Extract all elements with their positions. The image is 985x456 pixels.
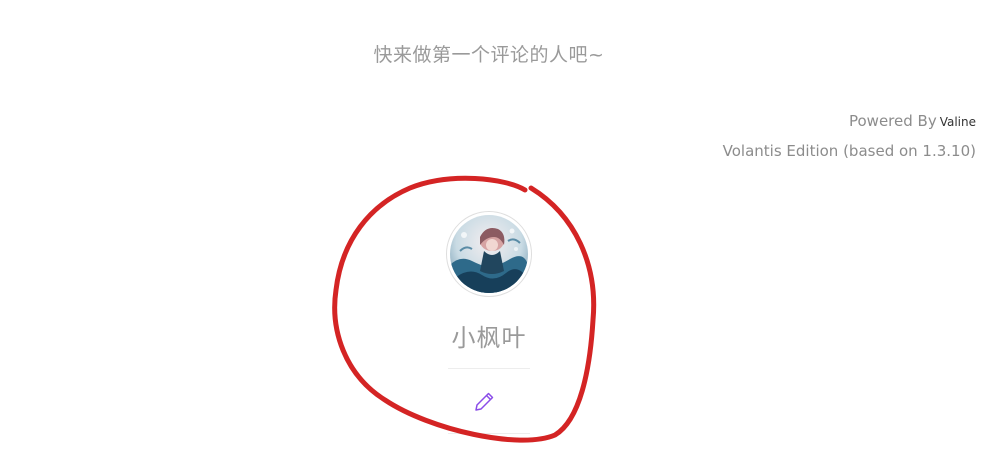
pencil-icon xyxy=(475,392,494,411)
anime-girl-avatar-icon xyxy=(450,215,528,293)
empty-comments-message: 快来做第一个评论的人吧~ xyxy=(373,44,605,66)
author-avatar[interactable] xyxy=(446,211,532,297)
author-name[interactable]: 小枫叶 xyxy=(432,318,546,353)
powered-by: Powered By Valine xyxy=(849,112,976,130)
divider xyxy=(448,368,530,369)
edit-button[interactable] xyxy=(472,390,496,414)
powered-by-label: Powered By xyxy=(848,112,937,130)
author-card: 小枫叶 xyxy=(432,208,546,438)
page: 快来做第一个评论的人吧~ Powered By Valine Volantis E… xyxy=(0,0,985,456)
valine-link[interactable]: Valine xyxy=(940,115,976,129)
edition-info: Volantis Edition (based on 1.3.10) xyxy=(722,142,976,160)
divider xyxy=(448,433,530,434)
